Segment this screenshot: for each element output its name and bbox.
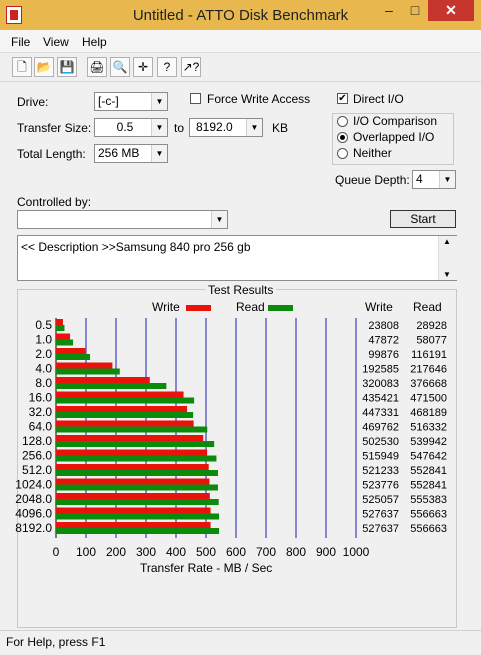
- description-text: << Description >>Samsung 840 pro 256 gb: [21, 240, 251, 254]
- transfer-from-select[interactable]: 0.5 ▼: [94, 118, 168, 137]
- io-comparison-radio[interactable]: [337, 116, 348, 127]
- force-write-checkbox[interactable]: [190, 93, 201, 104]
- overlapped-io-radio[interactable]: [337, 132, 348, 143]
- transfer-size-label: Transfer Size:: [17, 121, 92, 135]
- drive-value: [-c-]: [98, 94, 119, 108]
- transfer-from-value: 0.5: [116, 120, 134, 134]
- scroll-up-icon: ▲: [443, 237, 451, 246]
- neither-radio[interactable]: [337, 148, 348, 159]
- force-write-label: Force Write Access: [207, 92, 311, 106]
- legend-read-label: Read: [236, 300, 265, 314]
- io-comparison-label: I/O Comparison: [353, 114, 438, 128]
- legend-write-label: Write: [152, 300, 180, 314]
- minimize-button[interactable]: –: [376, 0, 402, 21]
- chevron-down-icon: ▼: [439, 171, 455, 188]
- kb-label: KB: [272, 121, 289, 135]
- to-label: to: [174, 121, 185, 135]
- read-column-header: Read: [413, 300, 442, 314]
- chevron-down-icon: ▼: [151, 93, 167, 110]
- print-icon[interactable]: 🖨: [87, 57, 107, 77]
- context-help-icon[interactable]: ↗?: [181, 57, 201, 77]
- neither-label: Neither: [353, 146, 392, 160]
- legend-read-swatch: [268, 305, 293, 311]
- close-button[interactable]: ✕: [428, 0, 474, 21]
- overlapped-io-label: Overlapped I/O: [353, 130, 435, 144]
- chevron-down-icon: ▼: [151, 145, 167, 162]
- start-button[interactable]: Start: [390, 210, 456, 228]
- move-icon[interactable]: ✛: [133, 57, 153, 77]
- test-results-group: [17, 289, 457, 628]
- menu-file[interactable]: File: [11, 35, 30, 49]
- menu-view[interactable]: View: [43, 35, 69, 49]
- drive-label: Drive:: [17, 95, 49, 109]
- total-length-select[interactable]: 256 MB ▼: [94, 144, 168, 163]
- queue-depth-label: Queue Depth:: [335, 173, 410, 187]
- test-results-title: Test Results: [205, 283, 277, 297]
- chevron-down-icon: ▼: [151, 119, 167, 136]
- menu-help[interactable]: Help: [82, 35, 107, 49]
- drive-select[interactable]: [-c-] ▼: [94, 92, 168, 111]
- description-scrollbar[interactable]: ▲ ▼: [438, 236, 457, 280]
- chevron-down-icon: ▼: [211, 211, 227, 228]
- direct-io-label: Direct I/O: [353, 92, 404, 106]
- total-length-label: Total Length:: [17, 147, 86, 161]
- controlled-by-label: Controlled by:: [17, 195, 92, 209]
- new-icon[interactable]: 🗋: [12, 57, 32, 77]
- status-text: For Help, press F1: [6, 635, 106, 649]
- transfer-to-select[interactable]: 8192.0 ▼: [189, 118, 263, 137]
- total-length-value: 256 MB: [98, 146, 140, 160]
- queue-depth-value: 4: [416, 172, 423, 186]
- menu-bar: [0, 30, 481, 53]
- open-icon[interactable]: 📂: [34, 57, 54, 77]
- direct-io-checkbox[interactable]: ✔: [337, 93, 348, 104]
- print-preview-icon[interactable]: 🔍: [110, 57, 130, 77]
- controlled-by-select[interactable]: ▼: [17, 210, 228, 229]
- queue-depth-select[interactable]: 4 ▼: [412, 170, 456, 189]
- chevron-down-icon: ▼: [246, 119, 262, 136]
- help-icon[interactable]: ?: [157, 57, 177, 77]
- save-icon[interactable]: 💾: [57, 57, 77, 77]
- description-field[interactable]: << Description >>Samsung 840 pro 256 gb: [17, 235, 457, 281]
- maximize-button[interactable]: □: [402, 0, 428, 21]
- transfer-to-value: 8192.0: [196, 120, 233, 134]
- write-column-header: Write: [365, 300, 393, 314]
- x-axis-label: Transfer Rate - MB / Sec: [140, 561, 273, 575]
- legend-write-swatch: [186, 305, 211, 311]
- scroll-down-icon: ▼: [443, 270, 451, 279]
